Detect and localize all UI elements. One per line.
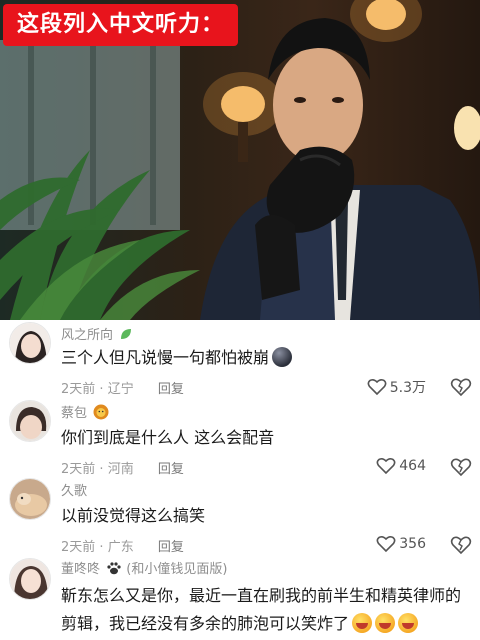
broken-heart-icon[interactable] xyxy=(450,377,472,397)
comment-text: 以前没觉得这么搞笑 xyxy=(61,506,206,525)
paw-icon xyxy=(106,562,126,577)
comment-username[interactable]: 久歌 xyxy=(61,480,87,499)
comment-meta: 2天前 · 辽宁 回复 xyxy=(61,382,184,397)
comment-item: 蔡包 你们到底是什么人 这么会配音 2天前 · 河南 回复 464 xyxy=(0,398,480,478)
heart-outline-icon xyxy=(367,378,387,396)
comment-text: 三个人但凡说慢一句都怕被崩 xyxy=(61,344,470,371)
video-still xyxy=(0,0,480,320)
comment-text: 靳东怎么又是你，最近一直在刷我的前半生和精英律师的剪辑，我已经没有多余的肺泡可以… xyxy=(61,586,462,633)
emoji-icon xyxy=(272,347,293,367)
broken-heart-icon[interactable] xyxy=(450,535,472,555)
comment-item: 风之所向 三个人但凡说慢一句都怕被崩 2天前 · 辽宁 回复 5.3万 xyxy=(0,320,480,400)
heart-outline-icon xyxy=(376,457,396,475)
comment-username[interactable]: 风之所向 xyxy=(61,324,133,343)
laughing-emoji-icon xyxy=(375,613,396,633)
laughing-emoji-icon xyxy=(352,613,373,633)
lion-emoji-icon xyxy=(93,404,109,421)
avatar[interactable] xyxy=(9,400,51,442)
reply-button[interactable]: 回复 xyxy=(158,382,184,397)
avatar[interactable] xyxy=(9,558,51,600)
comment-username[interactable]: 蔡包 xyxy=(61,402,109,421)
comment-item: 董咚咚 (和小僮钱见面版) 靳东怎么又是你，最近一直在刷我的前半生和精英律师的剪… xyxy=(0,556,480,640)
comment-text: 你们到底是什么人 这么会配音 xyxy=(61,428,275,447)
like-button[interactable]: 5.3万 xyxy=(367,377,426,397)
comment-username[interactable]: 董咚咚 (和小僮钱见面版) xyxy=(61,558,227,577)
heart-outline-icon xyxy=(376,535,396,553)
broken-heart-icon[interactable] xyxy=(450,457,472,477)
laughing-emoji-icon xyxy=(398,613,419,633)
reply-button[interactable]: 回复 xyxy=(158,540,184,555)
comment-meta: 2天前 · 广东 回复 xyxy=(61,540,184,555)
reply-button[interactable]: 回复 xyxy=(158,462,184,477)
comment-meta: 2天前 · 河南 回复 xyxy=(61,462,184,477)
like-button[interactable]: 464 xyxy=(376,457,426,475)
comment-item: 久歌 以前没觉得这么搞笑 2天前 · 广东 回复 356 xyxy=(0,476,480,556)
video-frame[interactable]: 这段列入中文听力： xyxy=(0,0,480,320)
video-caption: 这段列入中文听力： xyxy=(3,4,239,46)
avatar[interactable] xyxy=(9,478,51,520)
leaf-icon xyxy=(119,328,133,343)
like-button[interactable]: 356 xyxy=(376,535,426,553)
avatar[interactable] xyxy=(9,322,51,364)
